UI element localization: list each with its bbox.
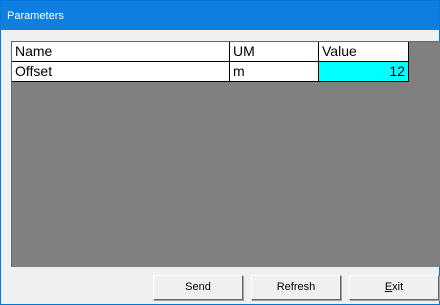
column-header-um[interactable]: UM — [230, 42, 319, 62]
column-header-name[interactable]: Name — [12, 42, 230, 62]
table-row-offset-name[interactable]: Offset — [12, 62, 230, 82]
parameters-window: Parameters Name UM Value Offset m 12 Sen… — [0, 0, 440, 305]
parameters-grid[interactable]: Name UM Value Offset m 12 — [11, 41, 440, 267]
exit-label-rest: xit — [392, 281, 404, 293]
table-row-offset-value[interactable]: 12 — [319, 62, 409, 82]
button-bar: Send Refresh Exit — [1, 267, 439, 304]
title-bar[interactable]: Parameters — [1, 1, 439, 30]
table-row-offset-um[interactable]: m — [230, 62, 319, 82]
send-button[interactable]: Send — [153, 275, 243, 300]
column-header-value[interactable]: Value — [319, 42, 409, 62]
window-title: Parameters — [7, 10, 64, 22]
exit-button[interactable]: Exit — [349, 275, 439, 300]
refresh-button[interactable]: Refresh — [251, 275, 341, 300]
